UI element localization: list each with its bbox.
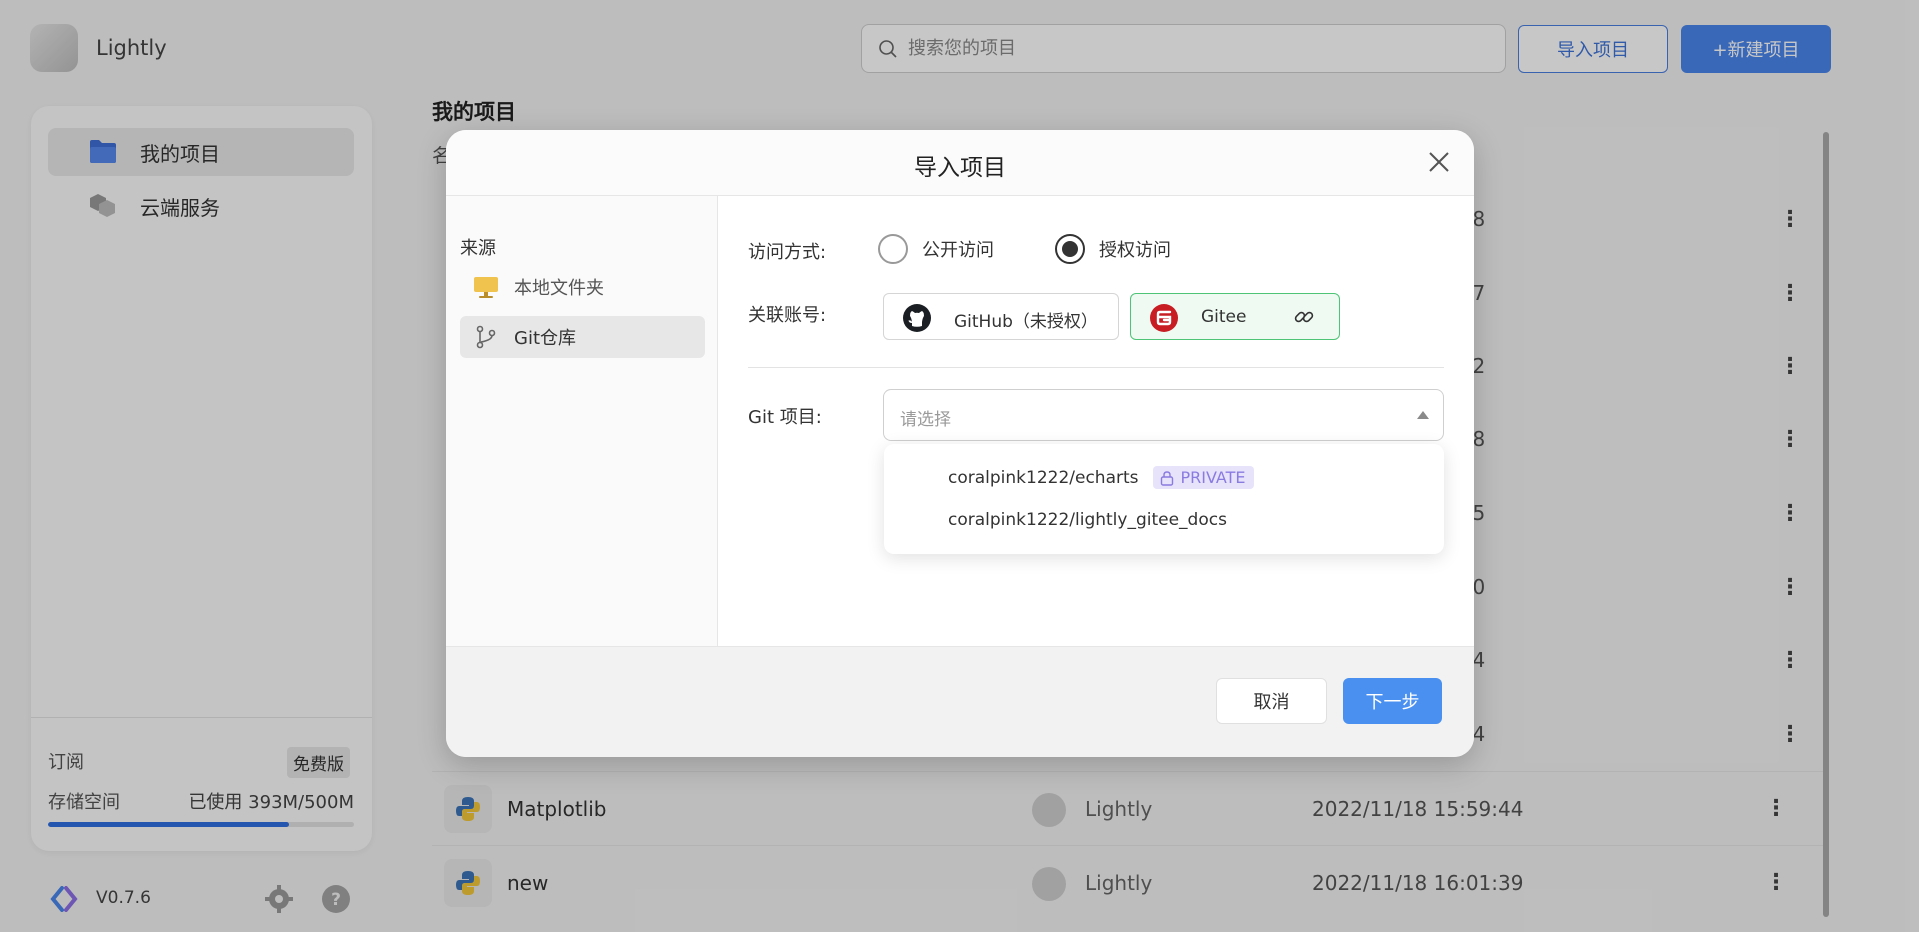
select-placeholder: 请选择 xyxy=(900,410,951,430)
source-panel: 来源 本地文件夹 Git仓库 xyxy=(446,196,718,646)
gitee-icon xyxy=(1150,304,1178,332)
dropdown-option[interactable]: coralpink1222/lightly_gitee_docs xyxy=(948,510,1227,530)
divider xyxy=(748,367,1444,368)
monitor-icon xyxy=(474,277,498,298)
private-badge-label: PRIVATE xyxy=(1180,468,1246,487)
radio-label: 授权访问 xyxy=(1099,240,1171,261)
option-label: coralpink1222/lightly_gitee_docs xyxy=(948,510,1227,530)
radio-circle xyxy=(1055,234,1085,264)
github-icon xyxy=(903,304,931,332)
account-label: 关联账号: xyxy=(748,305,827,326)
dialog-header: 导入项目 xyxy=(446,130,1474,196)
source-item-label: 本地文件夹 xyxy=(514,278,604,299)
radio-label: 公开访问 xyxy=(922,240,994,261)
git-project-select[interactable]: 请选择 xyxy=(883,389,1444,441)
dialog-title: 导入项目 xyxy=(914,155,1006,181)
dialog-content: 访问方式: 公开访问 授权访问 关联账号: GitHub（未授权） Gitee … xyxy=(718,196,1474,646)
option-label: coralpink1222/echarts xyxy=(948,467,1139,488)
radio-authorized-access[interactable]: 授权访问 xyxy=(1055,234,1171,264)
gitee-account-button[interactable]: Gitee xyxy=(1130,293,1340,340)
dropdown-option[interactable]: coralpink1222/echarts PRIVATE xyxy=(948,466,1254,489)
next-button[interactable]: 下一步 xyxy=(1343,678,1442,724)
source-item-label: Git仓库 xyxy=(514,328,577,349)
lock-icon xyxy=(1160,470,1173,486)
github-account-label: GitHub（未授权） xyxy=(954,312,1098,332)
cancel-button[interactable]: 取消 xyxy=(1216,678,1327,724)
chevron-up-icon xyxy=(1417,411,1429,419)
private-badge: PRIVATE xyxy=(1152,466,1254,489)
github-account-button[interactable]: GitHub（未授权） xyxy=(883,293,1119,340)
radio-circle xyxy=(878,234,908,264)
radio-public-access[interactable]: 公开访问 xyxy=(878,234,994,264)
access-label: 访问方式: xyxy=(748,242,827,263)
source-item-local-folder[interactable]: 本地文件夹 xyxy=(460,266,705,308)
git-project-label: Git 项目: xyxy=(748,407,822,428)
git-branch-icon xyxy=(476,325,496,349)
gitee-account-label: Gitee xyxy=(1201,307,1247,327)
link-icon[interactable] xyxy=(1293,306,1315,328)
close-icon[interactable] xyxy=(1426,149,1452,175)
source-item-git-repo[interactable]: Git仓库 xyxy=(460,316,705,358)
source-title: 来源 xyxy=(460,238,496,259)
git-project-dropdown: coralpink1222/echarts PRIVATE coralpink1… xyxy=(884,444,1444,554)
dialog-footer: 取消 下一步 xyxy=(446,646,1474,757)
